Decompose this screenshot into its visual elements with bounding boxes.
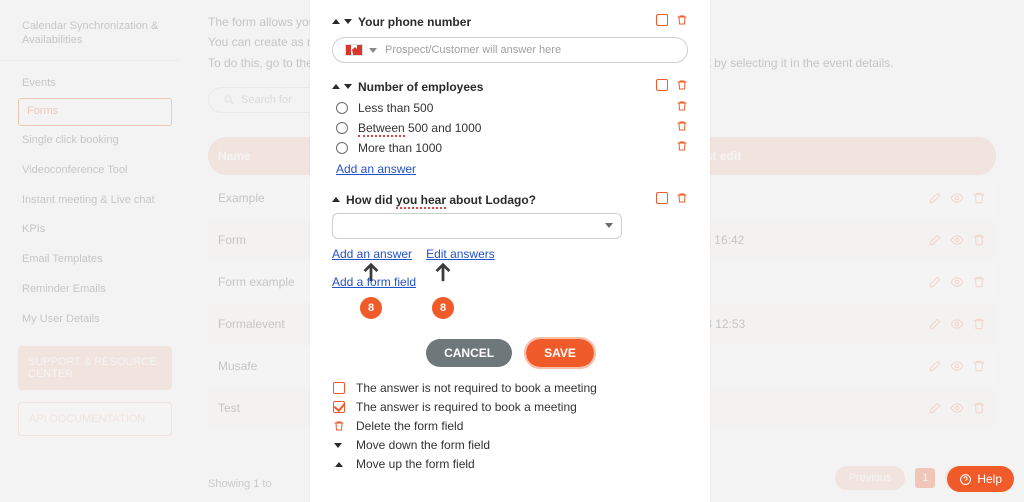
- trash-icon[interactable]: [676, 14, 688, 29]
- radio-icon: [336, 122, 348, 134]
- move-up-icon[interactable]: [332, 197, 340, 202]
- move-up-icon: [335, 462, 343, 467]
- move-up-icon[interactable]: [332, 19, 340, 24]
- phone-placeholder: Prospect/Customer will answer here: [385, 44, 561, 56]
- radio-icon: [336, 142, 348, 154]
- modal-actions: CANCEL SAVE: [332, 339, 688, 367]
- checkbox-checked-icon: [333, 401, 345, 413]
- legend-required: The answer is required to book a meeting: [332, 400, 688, 414]
- help-label: Help: [977, 472, 1002, 486]
- trash-icon[interactable]: [676, 79, 688, 94]
- form-editor-modal: Your phone number Prospect/Customer will…: [310, 0, 710, 502]
- step-badge: 8: [360, 297, 382, 319]
- legend-move-down: Move down the form field: [332, 438, 688, 452]
- arrow-up-icon: [432, 259, 454, 285]
- legend-move-up: Move up the form field: [332, 457, 688, 471]
- move-down-icon[interactable]: [344, 84, 352, 89]
- trash-icon[interactable]: [676, 100, 688, 115]
- move-up-icon[interactable]: [332, 84, 340, 89]
- save-button[interactable]: SAVE: [526, 339, 594, 367]
- radio-label: Between 500 and 1000: [358, 121, 481, 135]
- field-header-employees: Number of employees: [332, 79, 688, 94]
- flag-canada-icon[interactable]: [345, 44, 363, 56]
- radio-label: More than 1000: [358, 141, 442, 155]
- trash-icon[interactable]: [676, 192, 688, 207]
- legend-delete: Delete the form field: [332, 419, 688, 433]
- field-header-how-hear: How did you hear about Lodago?: [332, 192, 688, 207]
- required-toggle-icon[interactable]: [656, 79, 668, 91]
- legend: The answer is not required to book a mee…: [332, 381, 688, 471]
- required-toggle-icon[interactable]: [656, 14, 668, 26]
- radio-option[interactable]: Between 500 and 1000: [336, 120, 688, 135]
- trash-icon[interactable]: [676, 140, 688, 155]
- radio-option[interactable]: Less than 500: [336, 100, 688, 115]
- legend-not-required: The answer is not required to book a mee…: [332, 381, 688, 395]
- chevron-down-icon[interactable]: [369, 48, 377, 53]
- arrow-up-icon: [360, 259, 382, 285]
- trash-icon[interactable]: [676, 120, 688, 135]
- field-label: How did you hear about Lodago?: [346, 193, 536, 207]
- step-badge: 8: [432, 297, 454, 319]
- trash-icon: [332, 420, 346, 432]
- radio-option[interactable]: More than 1000: [336, 140, 688, 155]
- phone-input[interactable]: Prospect/Customer will answer here: [332, 37, 688, 63]
- checkbox-outline-icon: [333, 382, 345, 394]
- how-hear-select[interactable]: [332, 213, 622, 239]
- cancel-button[interactable]: CANCEL: [426, 339, 512, 367]
- required-toggle-icon[interactable]: [656, 192, 668, 204]
- move-down-icon: [334, 443, 342, 448]
- field-header-phone: Your phone number: [332, 14, 688, 29]
- help-icon: [959, 473, 972, 486]
- field-label: Your phone number: [358, 15, 471, 29]
- move-down-icon[interactable]: [344, 19, 352, 24]
- radio-icon: [336, 102, 348, 114]
- radio-label: Less than 500: [358, 101, 433, 115]
- help-button[interactable]: Help: [947, 466, 1014, 492]
- add-answer-link[interactable]: Add an answer: [336, 162, 416, 176]
- field-label: Number of employees: [358, 80, 483, 94]
